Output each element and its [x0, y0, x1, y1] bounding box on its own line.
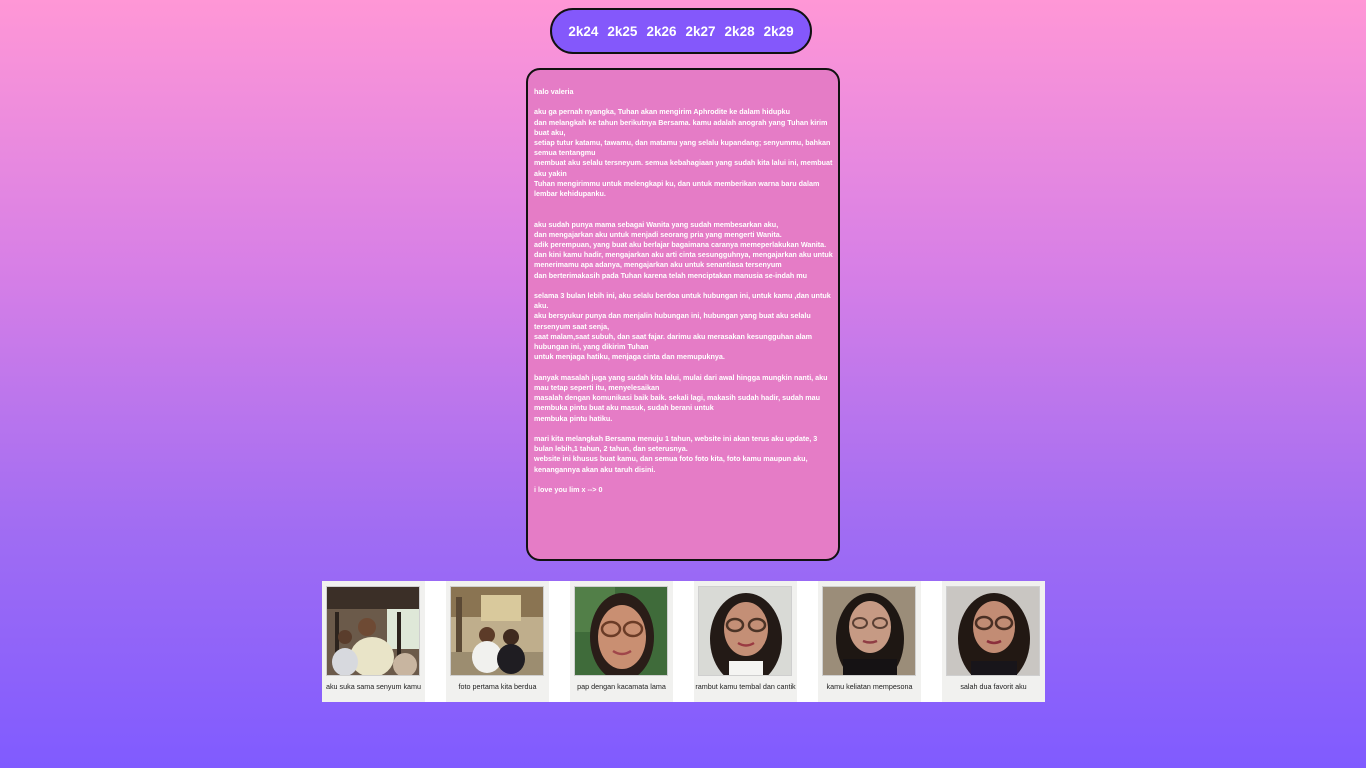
year-link-2k25[interactable]: 2k25	[607, 24, 637, 39]
photo-favorite-icon[interactable]	[946, 586, 1040, 676]
photo-smile-icon[interactable]	[326, 586, 420, 676]
photo-card[interactable]: kamu keliatan mempesona	[818, 581, 921, 702]
photo-gallery: aku suka sama senyum kamu foto pertama k…	[322, 581, 1045, 702]
photo-glasses-icon[interactable]	[574, 586, 668, 676]
year-link-2k27[interactable]: 2k27	[686, 24, 716, 39]
letter-greeting: halo valeria	[534, 87, 574, 96]
photo-card[interactable]: aku suka sama senyum kamu	[322, 581, 425, 702]
year-link-2k29[interactable]: 2k29	[764, 24, 794, 39]
letter-paragraph: selama 3 bulan lebih ini, aku selalu ber…	[534, 291, 831, 362]
year-link-2k24[interactable]: 2k24	[568, 24, 598, 39]
letter-closing: i love you lim x --> 0	[534, 484, 603, 494]
love-letter: halo valeria aku ga pernah nyangka, Tuha…	[526, 68, 840, 561]
photo-caption: kamu keliatan mempesona	[826, 682, 913, 691]
letter-paragraph: banyak masalah juga yang sudah kita lalu…	[534, 372, 828, 423]
photo-caption: aku suka sama senyum kamu	[325, 682, 422, 691]
year-navigation: 2k24 2k25 2k26 2k27 2k28 2k29	[550, 8, 812, 54]
photo-couple-icon[interactable]	[450, 586, 544, 676]
photo-caption: foto pertama kita berdua	[458, 682, 537, 691]
year-link-2k28[interactable]: 2k28	[725, 24, 755, 39]
photo-card[interactable]: pap dengan kacamata lama	[570, 581, 673, 702]
letter-paragraph: mari kita melangkah Bersama menuju 1 tah…	[534, 433, 818, 474]
photo-caption: pap dengan kacamata lama	[577, 682, 666, 691]
photo-card[interactable]: rambut kamu tembal dan cantik	[694, 581, 797, 702]
letter-paragraph: aku sudah punya mama sebagai Wanita yang…	[534, 219, 833, 280]
photo-charming-icon[interactable]	[822, 586, 916, 676]
photo-caption: rambut kamu tembal dan cantik	[695, 682, 796, 691]
photo-card[interactable]: salah dua favorit aku	[942, 581, 1045, 702]
photo-card[interactable]: foto pertama kita berdua	[446, 581, 549, 702]
photo-caption: salah dua favorit aku	[960, 682, 1027, 691]
letter-paragraph: aku ga pernah nyangka, Tuhan akan mengir…	[534, 107, 833, 199]
photo-hair-icon[interactable]	[698, 586, 792, 676]
year-link-2k26[interactable]: 2k26	[646, 24, 676, 39]
